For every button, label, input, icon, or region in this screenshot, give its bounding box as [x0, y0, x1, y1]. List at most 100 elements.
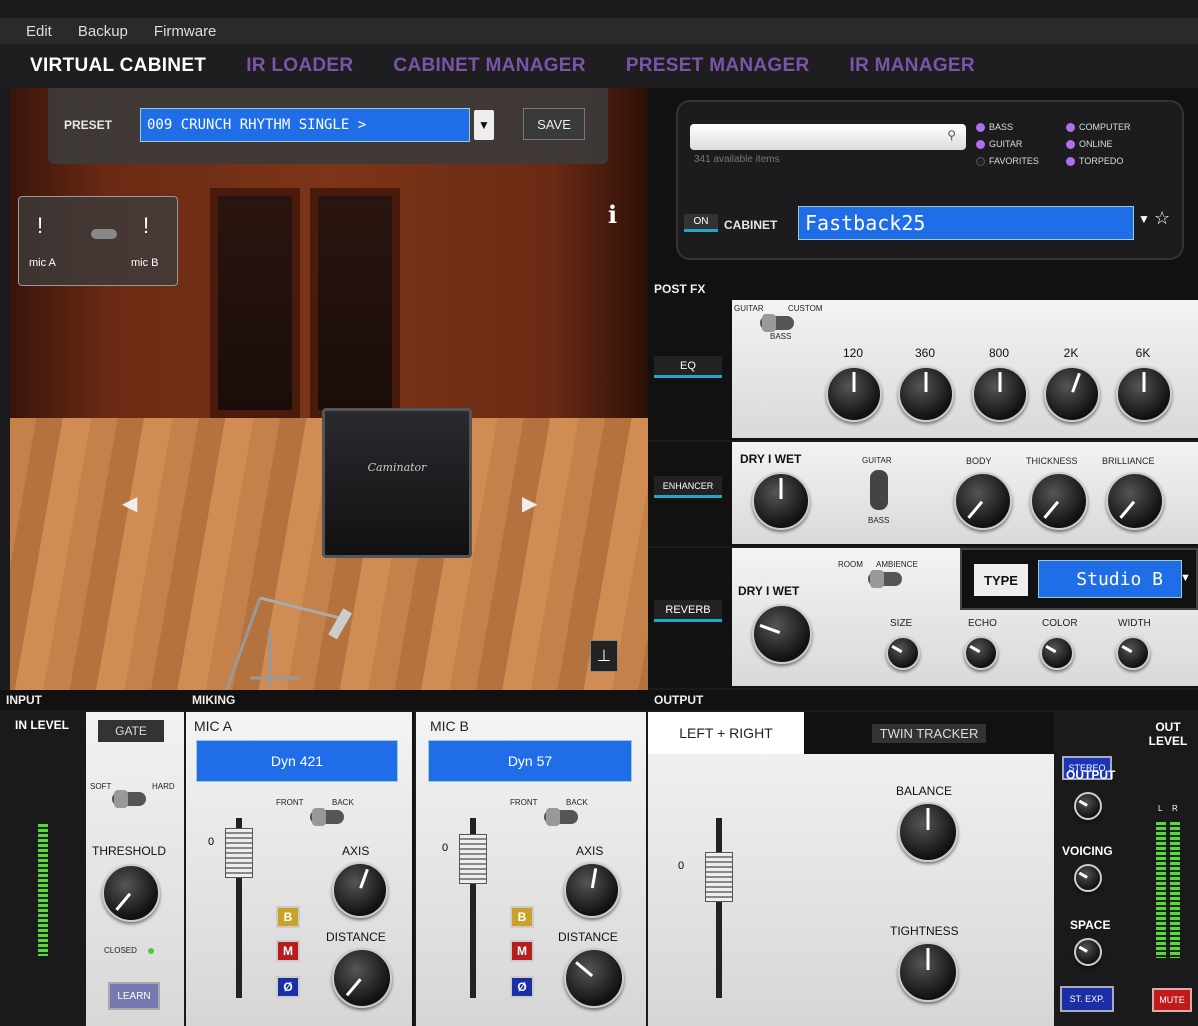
preset-display[interactable]: 009 CRUNCH RHYTHM SINGLE >	[140, 108, 470, 142]
filter-guitar[interactable]: GUITAR	[976, 139, 1022, 149]
eq-120-knob[interactable]	[826, 366, 882, 422]
search-input[interactable]: ⚲	[690, 124, 966, 150]
balance-knob[interactable]	[898, 802, 958, 862]
eq-band-label: 120	[842, 346, 864, 360]
enhancer-mode-toggle[interactable]	[870, 470, 888, 510]
mic-b-phase-button[interactable]: Ø	[510, 976, 534, 998]
tab-left-right[interactable]: LEFT + RIGHT	[648, 712, 804, 754]
output-fader[interactable]	[705, 852, 733, 902]
info-icon[interactable]: i	[608, 200, 617, 229]
thickness-knob[interactable]	[1030, 472, 1088, 530]
mic-selector[interactable]: ! ! mic A mic B	[18, 196, 178, 286]
mic-a-b-button[interactable]: B	[276, 906, 300, 928]
mic-b-icon[interactable]: !	[143, 213, 149, 239]
gate-mode-toggle[interactable]	[112, 790, 146, 808]
enhancer-button[interactable]: ENHANCER	[654, 476, 722, 498]
tightness-knob[interactable]	[898, 942, 958, 1002]
filter-computer[interactable]: COMPUTER	[1066, 122, 1131, 132]
cabinet-dropdown-icon[interactable]: ▼	[1138, 212, 1150, 226]
eq-2k-knob[interactable]	[1044, 366, 1100, 422]
mic-a-axis-knob[interactable]	[332, 862, 388, 918]
st-exp-button[interactable]: ST. EXP.	[1060, 986, 1114, 1012]
filter-online[interactable]: ONLINE	[1066, 139, 1113, 149]
filter-bass[interactable]: BASS	[976, 122, 1013, 132]
mic-link-toggle[interactable]	[91, 229, 117, 239]
tab-preset-manager[interactable]: PRESET MANAGER	[626, 55, 810, 77]
space-knob[interactable]	[1074, 938, 1102, 966]
miking-header: MIKING	[192, 693, 236, 707]
eq-800-knob[interactable]	[972, 366, 1028, 422]
reverb-drywet-knob[interactable]	[752, 604, 812, 664]
menu-edit[interactable]: Edit	[26, 23, 52, 40]
preset-dropdown-icon[interactable]: ▼	[474, 110, 494, 140]
eq-6k-knob[interactable]	[1116, 366, 1172, 422]
reverb-width-label: WIDTH	[1118, 618, 1151, 629]
favorite-star-icon[interactable]: ☆	[1154, 208, 1170, 229]
mic-view-icon[interactable]: ⊥	[590, 640, 618, 672]
reverb-type-dropdown-icon[interactable]: ▼	[1180, 572, 1191, 584]
gate-button[interactable]: GATE	[98, 720, 164, 742]
body-knob[interactable]	[954, 472, 1012, 530]
reverb-echo-knob[interactable]	[964, 636, 998, 670]
mic-b-fader[interactable]	[459, 834, 487, 884]
reverb-button[interactable]: REVERB	[654, 600, 722, 622]
reverb-width-knob[interactable]	[1116, 636, 1150, 670]
nav-right-arrow-icon[interactable]: ▶	[522, 491, 537, 516]
mic-b-m-button[interactable]: M	[510, 940, 534, 962]
nav-left-arrow-icon[interactable]: ◀	[122, 491, 137, 516]
output-header: OUTPUT	[654, 693, 704, 707]
available-count: 341 available items	[694, 154, 780, 165]
out-level-label: OUT LEVEL	[1148, 720, 1188, 748]
cabinet-on-button[interactable]: ON	[684, 214, 718, 232]
filter-favorites[interactable]: FAVORITES	[976, 156, 1039, 166]
mic-b-title: MIC B	[430, 718, 469, 734]
mic-b-front-back-toggle[interactable]	[544, 808, 578, 826]
virtual-room-scene[interactable]: Caminator ◀ ▶	[10, 88, 648, 690]
enhancer-drywet-knob[interactable]	[752, 472, 810, 530]
mic-a-phase-button[interactable]: Ø	[276, 976, 300, 998]
eq-mode-toggle[interactable]	[760, 314, 794, 332]
reverb-color-knob[interactable]	[1040, 636, 1074, 670]
voicing-knob[interactable]	[1074, 864, 1102, 892]
mic-b-axis-knob[interactable]	[564, 862, 620, 918]
cabinet-display[interactable]: Fastback25	[798, 206, 1134, 240]
mic-b-model-display[interactable]: Dyn 57	[428, 740, 632, 782]
reverb-type-display[interactable]: Studio B	[1038, 560, 1182, 598]
tab-ir-manager[interactable]: IR MANAGER	[849, 55, 974, 77]
brilliance-knob[interactable]	[1106, 472, 1164, 530]
menu-firmware[interactable]: Firmware	[154, 23, 217, 40]
tab-twin-tracker[interactable]: TWIN TRACKER	[871, 723, 987, 743]
space-label: SPACE	[1070, 918, 1111, 932]
output-knob[interactable]	[1074, 792, 1102, 820]
cabinet-browser: ⚲ 341 available items BASS COMPUTER GUIT…	[648, 88, 1198, 278]
mic-b-distance-knob[interactable]	[564, 948, 624, 1008]
mic-a-distance-knob[interactable]	[332, 948, 392, 1008]
mic-a-fader[interactable]	[225, 828, 253, 878]
mic-a-m-button[interactable]: M	[276, 940, 300, 962]
search-icon[interactable]: ⚲	[947, 128, 956, 142]
menu-backup[interactable]: Backup	[78, 23, 128, 40]
balance-label: BALANCE	[896, 784, 953, 798]
tab-virtual-cabinet[interactable]: VIRTUAL CABINET	[30, 55, 206, 77]
tab-ir-loader[interactable]: IR LOADER	[246, 55, 353, 77]
filter-torpedo[interactable]: TORPEDO	[1066, 156, 1123, 166]
eq-360-knob[interactable]	[898, 366, 954, 422]
tab-cabinet-manager[interactable]: CABINET MANAGER	[393, 55, 585, 77]
reverb-mode-toggle[interactable]	[868, 570, 902, 588]
reverb-size-knob[interactable]	[886, 636, 920, 670]
mute-button[interactable]: MUTE	[1152, 988, 1192, 1012]
microphone-stands[interactable]	[190, 568, 370, 690]
threshold-knob[interactable]	[102, 864, 160, 922]
eq-band-label: 6K	[1135, 346, 1151, 360]
mic-a-model-display[interactable]: Dyn 421	[196, 740, 398, 782]
learn-button[interactable]: LEARN	[108, 982, 160, 1010]
mic-a-front-label: FRONT	[276, 798, 304, 807]
eq-button[interactable]: EQ	[654, 356, 722, 378]
save-button[interactable]: SAVE	[523, 108, 585, 140]
mic-a-icon[interactable]: !	[37, 213, 43, 239]
speaker-cabinet[interactable]: Caminator	[322, 408, 472, 558]
gate-closed-label: CLOSED	[104, 946, 137, 955]
mic-a-front-back-toggle[interactable]	[310, 808, 344, 826]
mic-b-b-button[interactable]: B	[510, 906, 534, 928]
door-right	[310, 188, 400, 418]
